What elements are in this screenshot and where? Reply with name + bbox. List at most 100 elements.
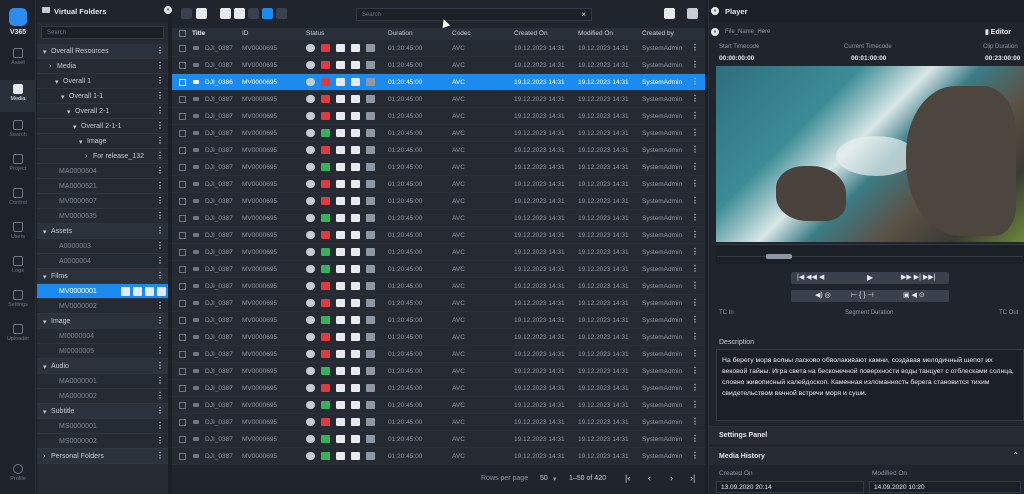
swap-icon[interactable] — [687, 8, 698, 19]
chevron-icon[interactable]: ▾ — [43, 48, 47, 56]
more-options-icon[interactable]: ⋮ — [156, 196, 164, 205]
row-more-icon[interactable]: ⋮ — [691, 264, 699, 273]
editor-button[interactable]: ▮ Editor — [985, 28, 1011, 36]
forward-icon[interactable]: ▶▶ ▶| ▶▶| — [901, 273, 935, 281]
edit-controls[interactable]: ◀) ◎ ⊢ { } ⊣ ▣ ◀ ⊙ — [791, 290, 949, 302]
player-back-icon[interactable]: « — [711, 28, 719, 36]
folder-item[interactable]: ▾ Image ⋮ — [37, 134, 168, 149]
folder-item[interactable]: ▾ Overall 2-1-1 ⋮ — [37, 119, 168, 134]
folder-item[interactable]: ▾ Assets ⋮ — [37, 224, 168, 239]
more-options-icon[interactable]: ⋮ — [156, 376, 164, 385]
row-more-icon[interactable]: ⋮ — [691, 179, 699, 188]
table-row[interactable]: DJI_0386 MV0000695 01:20:45:00 AVC 19.12.202… — [172, 74, 705, 91]
col-duration[interactable]: Duration — [388, 30, 413, 37]
edit-icon[interactable] — [145, 287, 154, 296]
table-row[interactable]: DJI_0387 MV0000695 01:20:45:00 AVC 19.12.202… — [172, 40, 705, 57]
row-checkbox[interactable] — [179, 283, 186, 290]
row-checkbox[interactable] — [179, 266, 186, 273]
chevron-icon[interactable]: ▾ — [61, 93, 65, 101]
more-options-icon[interactable]: ⋮ — [156, 361, 164, 370]
row-checkbox[interactable] — [179, 232, 186, 239]
row-more-icon[interactable]: ⋮ — [691, 434, 699, 443]
video-filter-icon[interactable] — [220, 8, 231, 19]
settings-icon[interactable]: ▣ ◀ ⊙ — [903, 291, 925, 299]
table-row[interactable]: DJI_0387 MV0000695 01:20:45:00 AVC 19.12.202… — [172, 448, 705, 465]
eye-icon[interactable] — [121, 287, 130, 296]
row-checkbox[interactable] — [179, 317, 186, 324]
table-row[interactable]: DJI_0387 MV0000695 01:20:45:00 AVC 19.12.202… — [172, 329, 705, 346]
table-row[interactable]: DJI_0387 MV0000695 01:20:45:00 AVC 19.12.202… — [172, 261, 705, 278]
folder-item[interactable]: ▾ Films ⋮ — [37, 269, 168, 284]
row-more-icon[interactable]: ⋮ — [691, 128, 699, 137]
folder-item[interactable]: MA0000001 ⋮ — [37, 374, 168, 389]
more-options-icon[interactable]: ⋮ — [156, 421, 164, 430]
row-more-icon[interactable]: ⋮ — [691, 383, 699, 392]
folder-item[interactable]: MS0000001 ⋮ — [37, 419, 168, 434]
folder-item[interactable]: MV0000635 ⋮ — [37, 209, 168, 224]
row-more-icon[interactable]: ⋮ — [691, 349, 699, 358]
table-row[interactable]: DJI_0387 MV0000695 01:20:45:00 AVC 19.12.202… — [172, 210, 705, 227]
col-modified-on[interactable]: Modified On — [578, 30, 613, 37]
document-filter-icon[interactable] — [196, 8, 207, 19]
collapse-player-icon[interactable]: » — [711, 7, 719, 15]
row-more-icon[interactable]: ⋮ — [691, 213, 699, 222]
folder-item[interactable]: ▾ Overall 1-1 ⋮ — [37, 89, 168, 104]
row-checkbox[interactable] — [179, 79, 186, 86]
folder-item[interactable]: MV0000001 — [37, 284, 168, 299]
settings-panel-header[interactable]: Settings Panel — [709, 426, 1024, 444]
media-history-header[interactable]: Media History ⌃ — [709, 447, 1024, 465]
row-checkbox[interactable] — [179, 300, 186, 307]
chevron-icon[interactable]: ▾ — [67, 108, 71, 116]
row-checkbox[interactable] — [179, 198, 186, 205]
row-checkbox[interactable] — [179, 130, 186, 137]
col-codec[interactable]: Codec — [452, 30, 471, 37]
row-more-icon[interactable]: ⋮ — [691, 162, 699, 171]
nav-profile[interactable]: Profile — [0, 460, 36, 492]
chevron-up-icon[interactable]: ⌃ — [1012, 451, 1019, 460]
chevron-down-icon[interactable]: ▾ — [553, 475, 557, 483]
row-more-icon[interactable]: ⋮ — [691, 145, 699, 154]
table-row[interactable]: DJI_0387 MV0000695 01:20:45:00 AVC 19.12.202… — [172, 295, 705, 312]
row-more-icon[interactable]: ⋮ — [691, 332, 699, 341]
folder-item[interactable]: ▾ Overall 1 ⋮ — [37, 74, 168, 89]
row-more-icon[interactable]: ⋮ — [691, 60, 699, 69]
more-options-icon[interactable]: ⋮ — [156, 451, 164, 460]
table-row[interactable]: DJI_0387 MV0000695 01:20:45:00 AVC 19.12.202… — [172, 397, 705, 414]
table-row[interactable]: DJI_0387 MV0000695 01:20:45:00 AVC 19.12.202… — [172, 159, 705, 176]
timeline-ruler[interactable] — [716, 244, 1024, 264]
folder-item[interactable]: ▾ Overall 2-1 ⋮ — [37, 104, 168, 119]
col-status[interactable]: Status — [306, 30, 324, 37]
more-options-icon[interactable]: ⋮ — [156, 391, 164, 400]
more-options-icon[interactable]: ⋮ — [156, 301, 164, 310]
row-checkbox[interactable] — [179, 402, 186, 409]
table-row[interactable]: DJI_0387 MV0000695 01:20:45:00 AVC 19.12.202… — [172, 244, 705, 261]
nav-search[interactable]: Search — [0, 116, 36, 148]
table-row[interactable]: DJI_0387 MV0000695 01:20:45:00 AVC 19.12.202… — [172, 108, 705, 125]
folder-item[interactable]: ▾ Image ⋮ — [37, 314, 168, 329]
rewind-icon[interactable]: |◀ ◀◀ ◀ — [797, 273, 824, 281]
chevron-icon[interactable]: ▾ — [43, 228, 47, 236]
row-more-icon[interactable]: ⋮ — [691, 451, 699, 460]
export-icon[interactable] — [664, 8, 675, 19]
timeline-playhead[interactable] — [766, 254, 792, 259]
row-more-icon[interactable]: ⋮ — [691, 247, 699, 256]
row-more-icon[interactable]: ⋮ — [691, 196, 699, 205]
audio-filter-icon[interactable] — [234, 8, 245, 19]
more-options-icon[interactable]: ⋮ — [156, 241, 164, 250]
folder-item[interactable]: › For release_132 ⋮ — [37, 149, 168, 164]
folder-item[interactable]: ▾ Subtitle ⋮ — [37, 404, 168, 419]
folders-search-input[interactable]: Search — [41, 26, 164, 39]
more-options-icon[interactable]: ⋮ — [156, 181, 164, 190]
transport-controls[interactable]: ▶ |◀ ◀◀ ◀ ▶▶ ▶| ▶▶| — [791, 272, 949, 284]
table-row[interactable]: DJI_0387 MV0000695 01:20:45:00 AVC 19.12.202… — [172, 193, 705, 210]
col-created-by[interactable]: Created by — [642, 30, 674, 37]
row-more-icon[interactable]: ⋮ — [691, 230, 699, 239]
row-checkbox[interactable] — [179, 351, 186, 358]
row-more-icon[interactable]: ⋮ — [691, 315, 699, 324]
image-filter-icon[interactable] — [248, 8, 259, 19]
copy-icon[interactable] — [133, 287, 142, 296]
row-more-icon[interactable]: ⋮ — [691, 366, 699, 375]
list-search-input[interactable]: Search × — [356, 8, 592, 21]
nav-settings[interactable]: Settings — [0, 286, 36, 318]
table-row[interactable]: DJI_0387 MV0000695 01:20:45:00 AVC 19.12.202… — [172, 414, 705, 431]
